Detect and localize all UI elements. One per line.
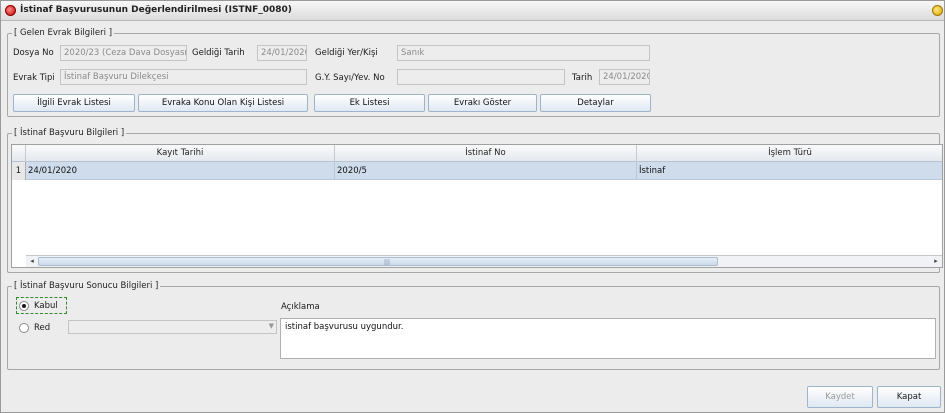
gy-sayi-label: G.Y. Sayı/Yev. No — [315, 73, 385, 83]
gy-sayi-field[interactable] — [397, 69, 565, 85]
column-header-istinaf-no[interactable]: İstinaf No — [335, 145, 637, 162]
ek-listesi-button[interactable]: Ek Listesi — [314, 94, 425, 112]
evrak-tipi-field[interactable]: İstinaf Başvuru Dilekçesi — [60, 69, 307, 85]
row-number-header — [12, 145, 26, 162]
column-header-kayit-tarihi[interactable]: Kayıt Tarihi — [26, 145, 335, 162]
evrak-tipi-label: Evrak Tipi — [13, 73, 55, 83]
detaylar-button[interactable]: Detaylar — [540, 94, 651, 112]
istinaf-sonuc-legend: [ İstinaf Başvuru Sonucu Bilgileri ] — [12, 281, 161, 291]
title-bar: İstinaf Başvurusunun Değerlendirilmesi (… — [1, 1, 944, 21]
kaydet-button[interactable]: Kaydet — [807, 386, 873, 408]
scroll-thumb[interactable]: ||| — [38, 257, 718, 266]
ilgili-evrak-listesi-button[interactable]: İlgili Evrak Listesi — [13, 94, 135, 112]
evraka-konu-kisi-listesi-button[interactable]: Evraka Konu Olan Kişi Listesi — [138, 94, 308, 112]
table-header: Kayıt Tarihi İstinaf No İşlem Türü — [12, 145, 942, 162]
kabul-radio[interactable] — [19, 301, 29, 311]
istinaf-basvuru-legend: [ İstinaf Başvuru Bilgileri ] — [12, 128, 127, 138]
geldigi-tarih-field[interactable]: 24/01/2020 1 — [257, 45, 307, 61]
red-radio[interactable] — [19, 323, 29, 333]
window-control-icon[interactable] — [932, 5, 943, 16]
tarih-label: Tarih — [572, 73, 593, 83]
geldigi-yer-label: Geldiği Yer/Kişi — [315, 48, 378, 58]
dosya-no-label: Dosya No — [13, 48, 54, 58]
row-number: 1 — [12, 162, 26, 180]
scroll-right-icon[interactable]: ▸ — [930, 256, 942, 267]
app-icon — [5, 5, 16, 16]
dosya-no-field[interactable]: 2020/23 (Ceza Dava Dosyası) — [60, 45, 187, 61]
cell-kayit-tarihi: 24/01/2020 — [26, 162, 335, 180]
dialog-window: İstinaf Başvurusunun Değerlendirilmesi (… — [0, 0, 945, 413]
aciklama-label: Açıklama — [281, 302, 320, 312]
chevron-down-icon[interactable]: ▼ — [269, 322, 274, 330]
horizontal-scrollbar[interactable]: ◂ ||| ▸ — [26, 255, 942, 267]
geldigi-yer-field[interactable]: Sanık — [397, 45, 650, 61]
geldigi-tarih-label: Geldiği Tarih — [192, 48, 245, 58]
gelen-evrak-legend: [ Gelen Evrak Bilgileri ] — [12, 28, 115, 38]
scroll-grip-icon: ||| — [384, 259, 391, 266]
evraki-goster-button[interactable]: Evrakı Göster — [428, 94, 537, 112]
red-label[interactable]: Red — [34, 323, 50, 333]
kapat-button[interactable]: Kapat — [877, 386, 941, 408]
cell-istinaf-no: 2020/5 — [335, 162, 637, 180]
table-row[interactable]: 1 24/01/2020 2020/5 İstinaf — [12, 162, 942, 180]
kabul-label[interactable]: Kabul — [34, 301, 58, 311]
istinaf-table: Kayıt Tarihi İstinaf No İşlem Türü 1 24/… — [11, 144, 943, 268]
window-title: İstinaf Başvurusunun Değerlendirilmesi (… — [20, 5, 292, 15]
aciklama-textarea[interactable]: istinaf başvurusu uygundur. — [280, 318, 936, 359]
cell-islem-turu: İstinaf — [637, 162, 942, 180]
red-reason-select[interactable]: ▼ — [68, 320, 277, 334]
column-header-islem-turu[interactable]: İşlem Türü — [637, 145, 942, 162]
tarih-field[interactable]: 24/01/2020 — [599, 69, 650, 85]
scroll-left-icon[interactable]: ◂ — [26, 256, 38, 267]
